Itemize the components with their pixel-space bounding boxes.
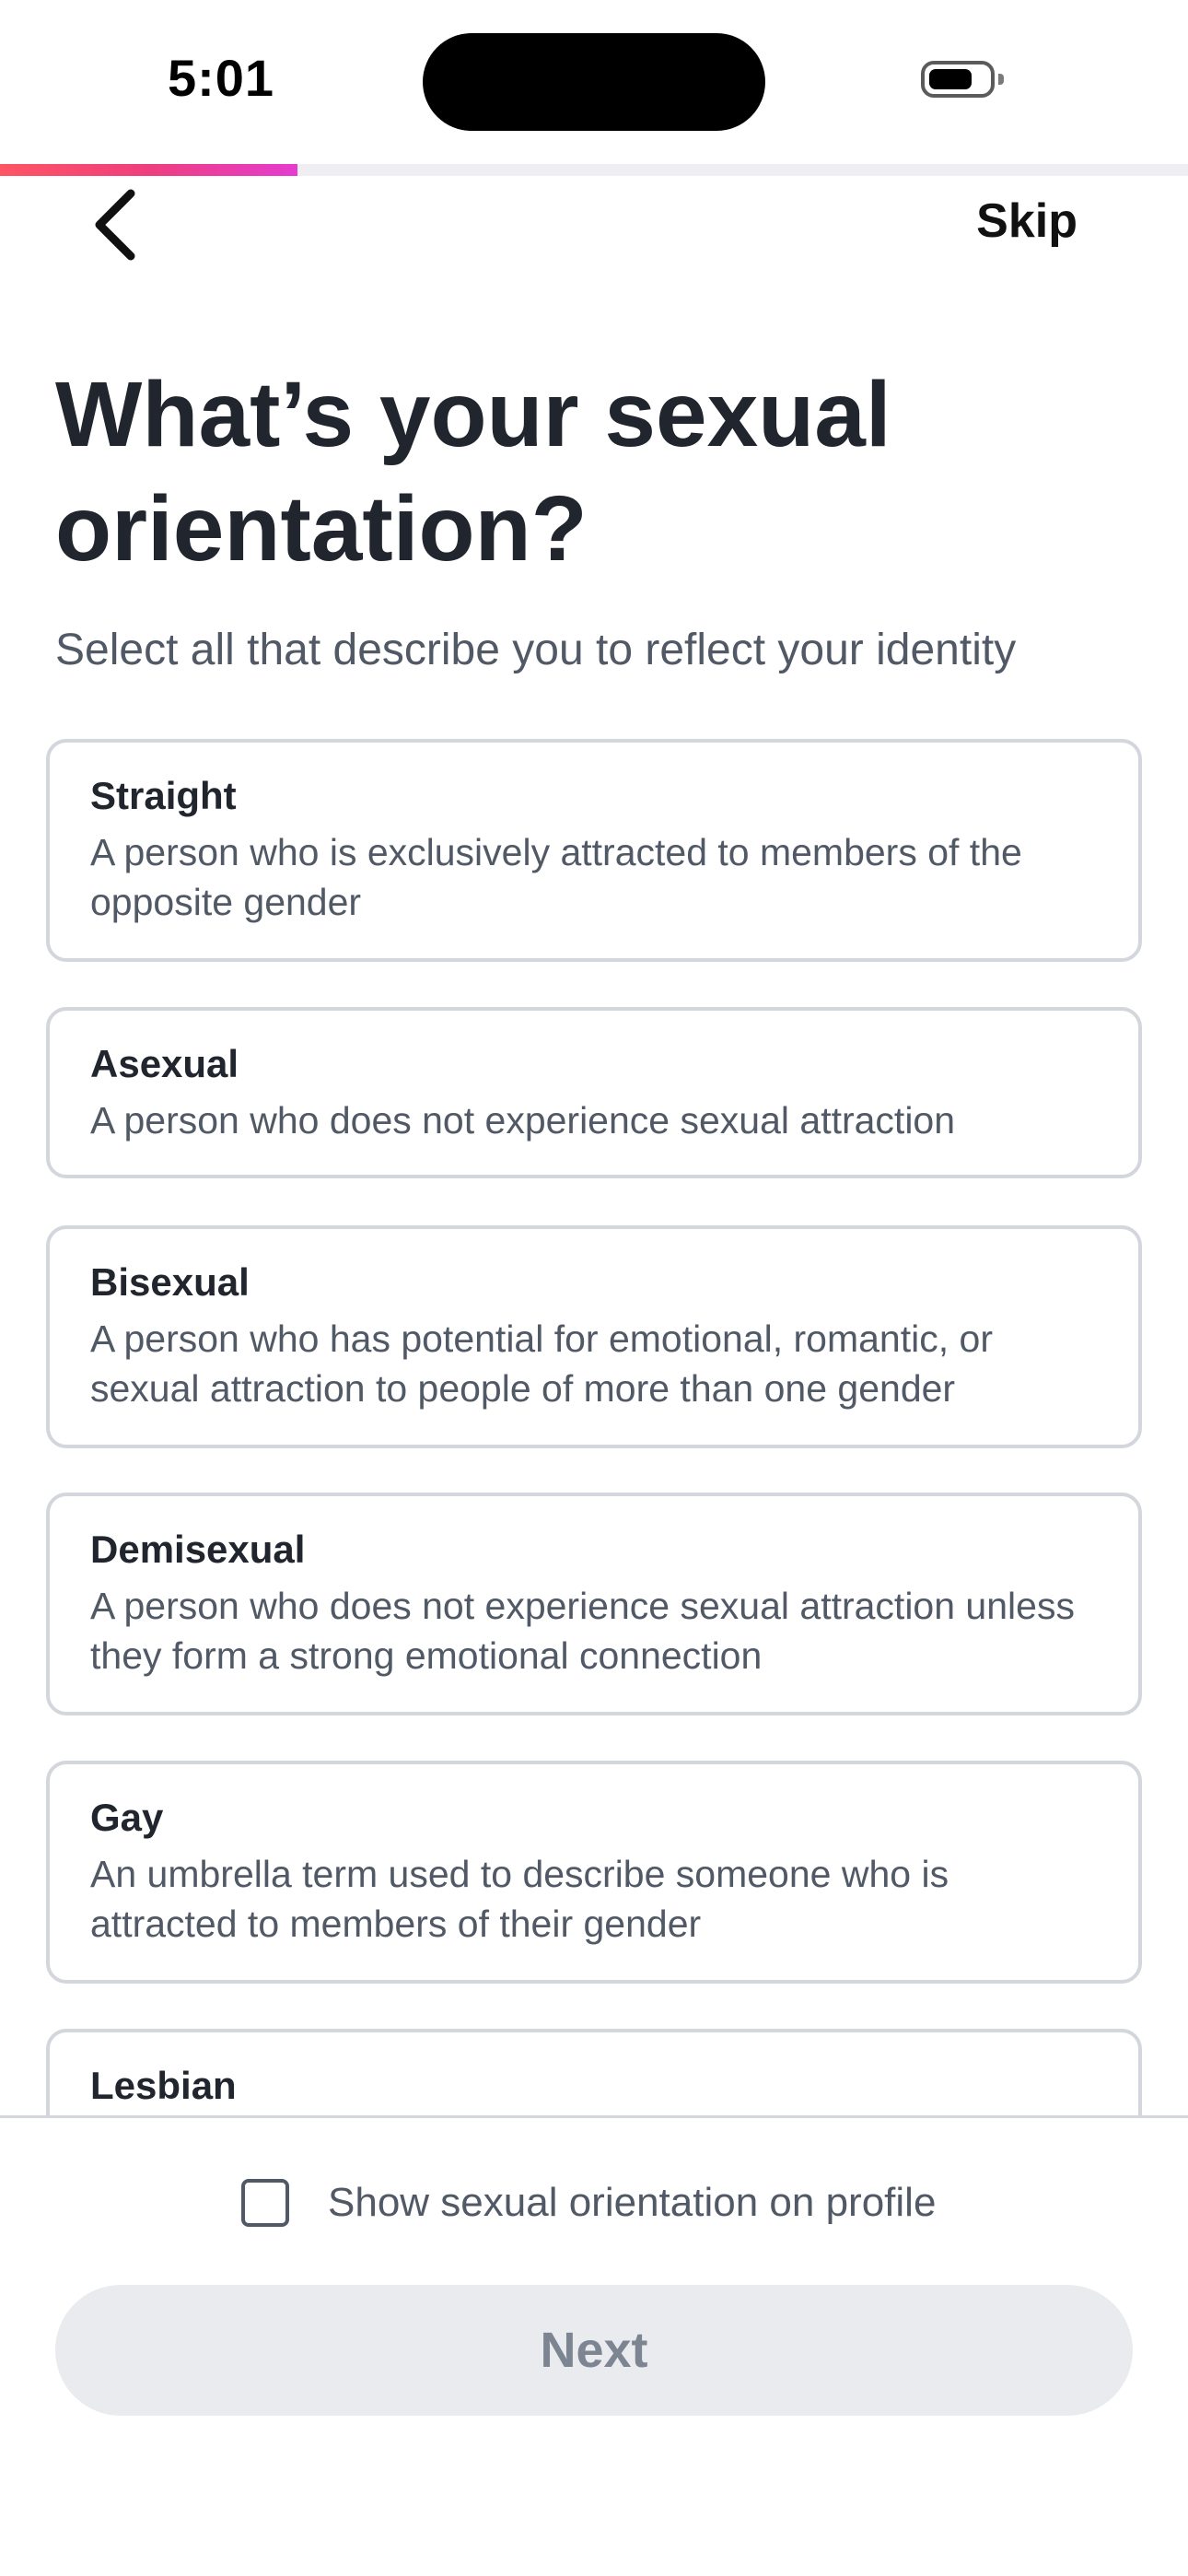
- option-name: Gay: [90, 1796, 164, 1839]
- options-list: Straight A person who is exclusively att…: [0, 728, 1188, 2115]
- back-button[interactable]: [76, 181, 164, 269]
- option-description: A person who does not experience sexual …: [90, 1099, 956, 1142]
- page-title: What’s your sexual orientation?: [55, 363, 891, 580]
- option-name: Lesbian: [90, 2064, 237, 2107]
- option-description: A person who has potential for emotional…: [90, 1317, 993, 1410]
- option-name: Straight: [90, 774, 237, 817]
- next-button[interactable]: Next: [55, 2285, 1133, 2416]
- option-asexual[interactable]: Asexual A person who does not experience…: [46, 1007, 1142, 1178]
- option-lesbian[interactable]: Lesbian: [46, 2029, 1142, 2115]
- bottom-divider: [0, 2115, 1188, 2118]
- status-time: 5:01: [167, 49, 275, 107]
- dynamic-island: [423, 33, 765, 131]
- show-on-profile-label: Show sexual orientation on profile: [328, 2180, 937, 2225]
- status-bar: 5:01: [0, 0, 1188, 164]
- skip-button[interactable]: Skip: [976, 193, 1077, 249]
- option-demisexual[interactable]: Demisexual A person who does not experie…: [46, 1493, 1142, 1715]
- battery-icon: [921, 61, 1004, 98]
- progress-fill: [0, 164, 297, 176]
- option-description: An umbrella term used to describe someon…: [90, 1853, 949, 1945]
- progress-bar: [0, 164, 1188, 176]
- chevron-left-icon: [95, 189, 135, 261]
- option-name: Asexual: [90, 1042, 239, 1085]
- option-name: Demisexual: [90, 1528, 306, 1571]
- option-description: A person who does not experience sexual …: [90, 1585, 1075, 1677]
- page-subtitle: Select all that describe you to reflect …: [55, 626, 1017, 674]
- show-on-profile-toggle[interactable]: Show sexual orientation on profile: [241, 2176, 936, 2230]
- option-name: Bisexual: [90, 1260, 250, 1304]
- option-bisexual[interactable]: Bisexual A person who has potential for …: [46, 1225, 1142, 1448]
- show-on-profile-checkbox[interactable]: [241, 2179, 289, 2227]
- option-straight[interactable]: Straight A person who is exclusively att…: [46, 739, 1142, 962]
- option-gay[interactable]: Gay An umbrella term used to describe so…: [46, 1761, 1142, 1984]
- option-description: A person who is exclusively attracted to…: [90, 831, 1022, 923]
